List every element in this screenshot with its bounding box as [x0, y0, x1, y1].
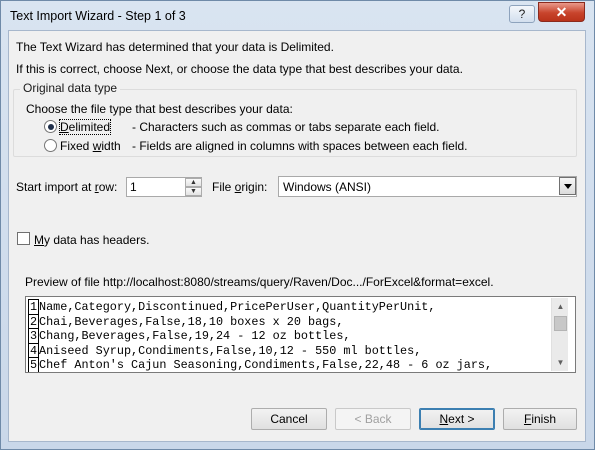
start-row-value: 1 [130, 180, 137, 194]
file-origin-label: File origin: [212, 180, 268, 194]
row-text: Chang,Beverages,False,19,24 - 12 oz bott… [39, 329, 351, 343]
preview-label: Preview of file http://localhost:8080/st… [25, 275, 494, 289]
file-origin-value: Windows (ANSI) [283, 180, 372, 194]
preview-row: 2 Chai,Beverages,False,18,10 boxes x 20 b… [28, 313, 548, 329]
row-text: Name,Category,Discontinued,PricePerUser,… [39, 300, 436, 314]
preview-row: 3 Chang,Beverages,False,19,24 - 12 oz bot… [28, 328, 548, 343]
preview-rows: 1 Name,Category,Discontinued,PricePerUser… [28, 299, 548, 372]
back-button[interactable]: < Back [335, 408, 411, 430]
help-button[interactable]: ? [509, 5, 535, 23]
title-bar[interactable]: Text Import Wizard - Step 1 of 3 ? ✕ [1, 1, 594, 31]
start-row-label: Start import at row: [16, 180, 118, 194]
dialog-title: Text Import Wizard - Step 1 of 3 [10, 9, 186, 23]
delimited-description: - Characters such as commas or tabs sepa… [132, 120, 440, 134]
row-text: Chai,Beverages,False,18,10 boxes x 20 ba… [39, 314, 344, 329]
preview-row: 5 Chef Anton's Cajun Seasoning,Condiments… [28, 357, 548, 372]
row-number: 1 [28, 299, 39, 314]
file-type-prompt: Choose the file type that best describes… [26, 102, 293, 116]
fixed-width-description: - Fields are aligned in columns with spa… [132, 139, 468, 153]
row-number: 5 [28, 357, 39, 372]
next-button[interactable]: Next > [419, 408, 495, 430]
file-origin-select[interactable]: Windows (ANSI) [278, 176, 577, 197]
delimited-label[interactable]: Delimited [58, 119, 112, 135]
close-button[interactable]: ✕ [538, 2, 585, 22]
scroll-thumb[interactable] [554, 316, 567, 331]
spin-up-button[interactable]: ▲ [185, 178, 202, 187]
scroll-up-icon[interactable]: ▲ [552, 298, 569, 315]
finish-button[interactable]: Finish [503, 408, 577, 430]
delimited-label-rest: elimited [68, 120, 111, 134]
group-label: Original data type [20, 81, 121, 95]
headers-checkbox[interactable] [17, 232, 30, 245]
row-text: Aniseed Syrup,Condiments,False,10,12 - 5… [39, 343, 422, 358]
fixed-width-label[interactable]: Fixed width [60, 139, 121, 153]
preview-row: 1 Name,Category,Discontinued,PricePerUser… [28, 299, 548, 314]
chevron-down-icon[interactable] [559, 177, 576, 195]
scroll-down-icon[interactable]: ▼ [552, 354, 569, 371]
preview-pane[interactable]: 1 Name,Category,Discontinued,PricePerUser… [25, 296, 576, 373]
row-text: Chef Anton's Cajun Seasoning,Condiments,… [39, 358, 493, 372]
row-number: 4 [28, 342, 39, 358]
intro-line-2: If this is correct, choose Next, or choo… [16, 62, 463, 76]
preview-row: 4 Aniseed Syrup,Condiments,False,10,12 - … [28, 342, 548, 358]
row-number: 3 [28, 328, 39, 343]
spin-down-button[interactable]: ▼ [185, 187, 202, 196]
intro-line-1: The Text Wizard has determined that your… [16, 40, 334, 54]
fixed-width-radio[interactable] [44, 139, 57, 152]
delimited-radio[interactable] [44, 120, 57, 133]
row-number: 2 [28, 313, 39, 329]
preview-vertical-scrollbar[interactable]: ▲ ▼ [551, 298, 568, 371]
headers-checkbox-label[interactable]: My data has headers. [34, 233, 149, 247]
cancel-button[interactable]: Cancel [251, 408, 327, 430]
